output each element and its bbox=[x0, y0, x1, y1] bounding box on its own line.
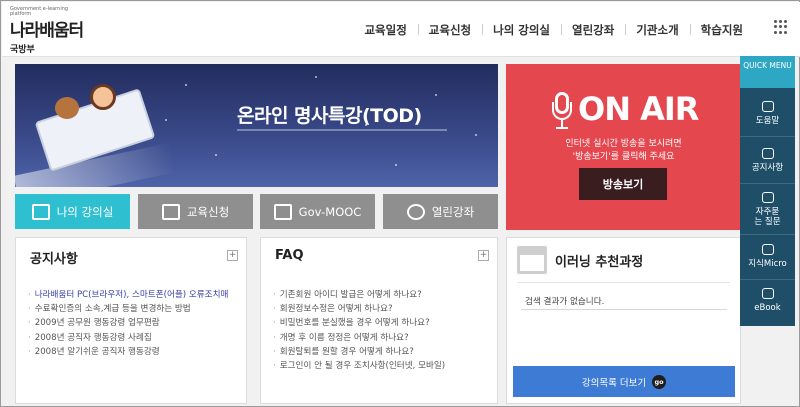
gov-mooc-button[interactable]: Gov-MOOC bbox=[260, 194, 375, 229]
quick-menu-notice-label: 공지사항 bbox=[751, 163, 784, 173]
monitor-icon bbox=[31, 203, 50, 220]
quick-menu-micro[interactable]: 지식Micro bbox=[740, 244, 795, 269]
divider bbox=[740, 136, 795, 137]
divider bbox=[740, 234, 795, 235]
quick-menu: QUICK MENU 도움말 공지사항 자주묻는 질문 지식Micro eBoo… bbox=[740, 56, 795, 326]
list-item[interactable]: 2008년 알기쉬운 공직자 행동강령 bbox=[28, 345, 228, 359]
on-air-desc-line2: '방송보기'를 클릭해 주세요 bbox=[572, 152, 675, 162]
question-icon bbox=[761, 192, 774, 203]
edit-icon bbox=[161, 203, 180, 220]
ministry-label: 국방부 bbox=[10, 45, 35, 55]
quick-menu-notice[interactable]: 공지사항 bbox=[740, 148, 795, 173]
faq-panel: FAQ + 기존회원 아이디 발급은 어떻게 하나요? 회원정보수정은 어떻게 … bbox=[260, 237, 498, 404]
watch-broadcast-button[interactable]: 방송보기 bbox=[579, 168, 667, 200]
speaker-icon bbox=[761, 148, 774, 159]
tod-banner[interactable]: 온라인 명사특강(TOD) bbox=[15, 64, 498, 187]
gov-mooc-label: Gov-MOOC bbox=[298, 204, 362, 219]
tod-underline bbox=[237, 129, 447, 131]
quick-menu-ebook[interactable]: eBook bbox=[740, 288, 795, 313]
empty-result-text: 검색 결과가 없습니다. bbox=[525, 297, 605, 307]
microphone-icon bbox=[552, 92, 572, 130]
calendar-icon bbox=[517, 246, 547, 274]
more-courses-label: 강의목록 더보기 bbox=[581, 377, 647, 389]
notice-title: 공지사항 bbox=[30, 252, 78, 267]
list-item[interactable]: 회원탈퇴를 원할 경우 어떻게 하나요? bbox=[273, 345, 445, 359]
divider bbox=[517, 282, 730, 283]
nav-about[interactable]: 기관소개 bbox=[625, 22, 689, 38]
open-lectures-button[interactable]: 열린강좌 bbox=[383, 194, 498, 229]
apply-button[interactable]: 교육신청 bbox=[138, 194, 253, 229]
divider bbox=[740, 183, 795, 184]
quick-menu-help-label: 도움말 bbox=[755, 116, 780, 126]
list-item[interactable]: 비밀번호를 분실했을 경우 어떻게 하나요? bbox=[273, 316, 445, 330]
notice-more-icon[interactable]: + bbox=[227, 250, 238, 261]
header: Government e-learning platform 나라배움터 국방부… bbox=[2, 2, 800, 57]
faq-list: 기존회원 아이디 발급은 어떻게 하나요? 회원정보수정은 어떻게 하나요? 비… bbox=[273, 288, 445, 373]
apply-label: 교육신청 bbox=[186, 204, 230, 219]
nav-open-lectures[interactable]: 열린강좌 bbox=[561, 22, 625, 38]
person-illustration bbox=[90, 84, 116, 110]
tod-title: 온라인 명사특강(TOD) bbox=[237, 105, 422, 127]
more-courses-button[interactable]: 강의목록 더보기 go bbox=[513, 366, 735, 397]
divider bbox=[521, 309, 727, 310]
nav-schedule[interactable]: 교육일정 bbox=[353, 22, 417, 38]
on-air-banner: ON AIR 인터넷 실시간 방송을 보시려면 '방송보기'를 클릭해 주세요 … bbox=[506, 64, 741, 230]
quick-menu-micro-label: 지식Micro bbox=[748, 259, 787, 269]
quick-menu-header: QUICK MENU bbox=[740, 56, 795, 88]
main-nav: 교육일정 교육신청 나의 강의실 열린강좌 기관소개 학습지원 bbox=[353, 2, 754, 57]
quick-menu-faq-label: 자주묻는 질문 bbox=[754, 207, 781, 227]
faq-more-icon[interactable]: + bbox=[478, 250, 489, 261]
book-icon bbox=[761, 288, 774, 299]
logo-text: 나라배움터 bbox=[10, 21, 84, 41]
elearning-panel: 이러닝 추천과정 검색 결과가 없습니다. 강의목록 더보기 go bbox=[506, 237, 741, 404]
nav-support[interactable]: 학습지원 bbox=[689, 22, 754, 38]
elearning-title: 이러닝 추천과정 bbox=[555, 255, 644, 270]
chat-icon bbox=[761, 101, 774, 112]
go-icon: go bbox=[652, 374, 667, 389]
list-item[interactable]: 2008년 공직자 행동강령 사례집 bbox=[28, 331, 228, 345]
laptop-icon bbox=[273, 203, 292, 220]
graduation-cap-icon bbox=[761, 244, 774, 255]
page-frame: Government e-learning platform 나라배움터 국방부… bbox=[0, 0, 800, 407]
notice-panel: 공지사항 + 나라배움터 PC(브라우저), 스마트폰(어플) 오류조치매 수료… bbox=[15, 237, 247, 404]
site-logo[interactable]: Government e-learning platform 나라배움터 국방부 bbox=[10, 7, 110, 56]
nav-apply[interactable]: 교육신청 bbox=[417, 22, 482, 38]
globe-icon bbox=[406, 203, 425, 220]
quick-menu-faq[interactable]: 자주묻는 질문 bbox=[740, 192, 795, 227]
faq-title: FAQ bbox=[275, 248, 304, 263]
list-item[interactable]: 수료확인증의 소속,계급 등을 변경하는 방법 bbox=[28, 302, 228, 316]
list-item[interactable]: 회원정보수정은 어떻게 하나요? bbox=[273, 302, 445, 316]
grid-menu-icon[interactable] bbox=[774, 20, 788, 34]
open-lectures-label: 열린강좌 bbox=[431, 204, 475, 219]
bear-illustration bbox=[55, 97, 79, 119]
list-item[interactable]: 개명 후 이름 정정은 어떻게 하나요? bbox=[273, 331, 445, 345]
list-item[interactable]: 2009년 공무원 행동강령 업무편람 bbox=[28, 316, 228, 330]
my-classroom-button[interactable]: 나의 강의실 bbox=[15, 194, 130, 229]
on-air-desc-line1: 인터넷 실시간 방송을 보시려면 bbox=[565, 139, 682, 149]
on-air-title: ON AIR bbox=[578, 90, 699, 128]
list-item[interactable]: 기존회원 아이디 발급은 어떻게 하나요? bbox=[273, 288, 445, 302]
my-classroom-label: 나의 강의실 bbox=[56, 204, 114, 219]
nav-my-classroom[interactable]: 나의 강의실 bbox=[482, 22, 561, 38]
list-item[interactable]: 로그인이 안 될 경우 조치사항(인터넷, 모바일) bbox=[273, 359, 445, 373]
quick-menu-help[interactable]: 도움말 bbox=[740, 101, 795, 126]
quick-menu-ebook-label: eBook bbox=[754, 303, 781, 313]
list-item[interactable]: 나라배움터 PC(브라우저), 스마트폰(어플) 오류조치매 bbox=[28, 288, 229, 302]
notice-list: 나라배움터 PC(브라우저), 스마트폰(어플) 오류조치매 수료확인증의 소속… bbox=[28, 288, 229, 359]
divider bbox=[740, 279, 795, 280]
